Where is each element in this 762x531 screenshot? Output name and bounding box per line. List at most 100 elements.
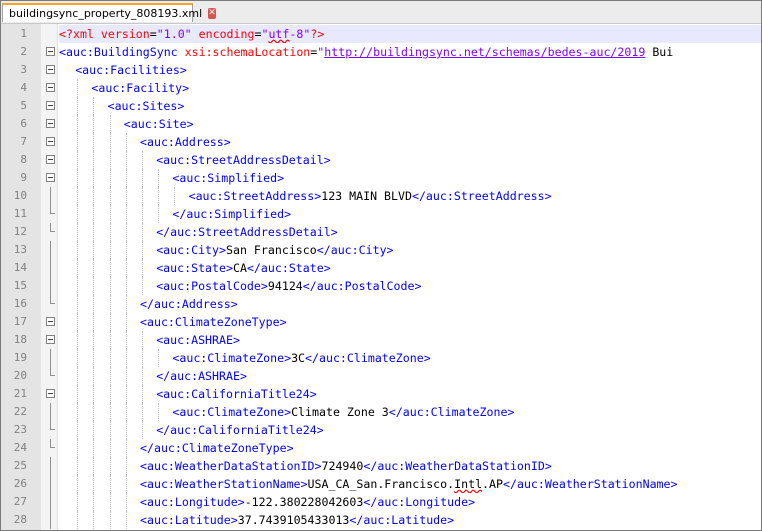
code-line[interactable]: 5 <auc:Sites> bbox=[1, 97, 761, 115]
fold-toggle-icon[interactable] bbox=[46, 155, 55, 164]
code-text: <auc:Facility> bbox=[59, 79, 761, 97]
indent-guide bbox=[77, 241, 79, 259]
code-line[interactable]: 16 </auc:Address> bbox=[1, 295, 761, 313]
code-line[interactable]: 4 <auc:Facility> bbox=[1, 79, 761, 97]
line-number: 15 bbox=[13, 279, 27, 292]
code-token: <auc:WeatherStationName> bbox=[140, 477, 308, 491]
line-number: 3 bbox=[20, 63, 27, 76]
indent-guide bbox=[109, 295, 112, 313]
code-text: <auc:Address> bbox=[59, 133, 761, 151]
indent-guide bbox=[77, 349, 79, 367]
code-line[interactable]: 21 <auc:CaliforniaTitle24> bbox=[1, 385, 761, 403]
indent-guide bbox=[125, 169, 128, 187]
fold-toggle-icon[interactable] bbox=[46, 335, 55, 344]
indent-guide bbox=[142, 331, 144, 349]
fold-toggle-icon[interactable] bbox=[46, 47, 55, 56]
code-token: encoding bbox=[191, 27, 255, 41]
code-line[interactable]: 12 </auc:StreetAddressDetail> bbox=[1, 223, 761, 241]
code-editor[interactable]: 1 <?xml version="1.0" encoding="utf-8"?> 2… bbox=[1, 24, 761, 530]
code-text: </auc:CaliforniaTitle24> bbox=[59, 421, 761, 439]
code-text: <auc:StreetAddress>123 MAIN BLVD</auc:St… bbox=[59, 187, 761, 205]
code-line[interactable]: 9 <auc:Simplified> bbox=[1, 169, 761, 187]
line-number: 18 bbox=[13, 333, 27, 346]
code-token: CA bbox=[232, 261, 247, 275]
file-tab[interactable]: buildingsync_property_808193.xml ✕ bbox=[2, 3, 216, 22]
code-line[interactable]: 3 <auc:Facilities> bbox=[1, 61, 761, 79]
line-number: 17 bbox=[13, 315, 27, 328]
fold-toggle-icon[interactable] bbox=[46, 137, 55, 146]
fold-toggle-icon[interactable] bbox=[46, 119, 55, 128]
code-line[interactable]: 23 </auc:CaliforniaTitle24> bbox=[1, 421, 761, 439]
line-number: 20 bbox=[13, 369, 27, 382]
code-line[interactable]: 26 <auc:WeatherStationName>USA_CA_San.Fra… bbox=[1, 475, 761, 493]
indent-guide bbox=[142, 349, 144, 367]
code-line[interactable]: 20 </auc:ASHRAE> bbox=[1, 367, 761, 385]
indent-guide bbox=[125, 493, 128, 511]
code-line[interactable]: 19 <auc:ClimateZone>3C</auc:ClimateZone> bbox=[1, 349, 761, 367]
code-line[interactable]: 17 <auc:ClimateZoneType> bbox=[1, 313, 761, 331]
indent-guide bbox=[125, 277, 128, 295]
indent-guide bbox=[93, 511, 95, 529]
code-line[interactable]: 27 <auc:Longitude>-122.380228042603</auc:… bbox=[1, 493, 761, 511]
code-line[interactable]: 13 <auc:City>San Francisco</auc:City> bbox=[1, 241, 761, 259]
code-token: http://buildingsync.net/schemas/bedes-au… bbox=[324, 45, 646, 59]
fold-toggle-icon[interactable] bbox=[46, 317, 55, 326]
tab-filename: buildingsync_property_808193.xml bbox=[9, 7, 203, 20]
code-line[interactable]: 1 <?xml version="1.0" encoding="utf-8"?> bbox=[1, 25, 761, 43]
code-line[interactable]: 22 <auc:ClimateZone>Climate Zone 3</auc:C… bbox=[1, 403, 761, 421]
fold-toggle-icon[interactable] bbox=[46, 101, 55, 110]
indent-guide bbox=[142, 421, 144, 439]
code-token: 37.7439105433013 bbox=[237, 513, 350, 527]
line-number: 16 bbox=[13, 297, 27, 310]
code-line[interactable]: 7 <auc:Address> bbox=[1, 133, 761, 151]
code-token: <auc:Sites> bbox=[107, 99, 185, 113]
code-line[interactable]: 2 <auc:BuildingSync xsi:schemaLocation="h… bbox=[1, 43, 761, 61]
indent-guide bbox=[77, 313, 79, 331]
code-line[interactable]: 6 <auc:Site> bbox=[1, 115, 761, 133]
code-text: <auc:BuildingSync xsi:schemaLocation="ht… bbox=[59, 43, 761, 61]
code-token: <auc:StreetAddressDetail> bbox=[156, 153, 331, 167]
code-token: <auc:State> bbox=[156, 261, 233, 275]
code-token: <auc:ASHRAE> bbox=[156, 333, 240, 347]
code-text: <auc:Simplified> bbox=[59, 169, 761, 187]
indent-guide bbox=[125, 187, 128, 205]
code-line[interactable]: 10 <auc:StreetAddress>123 MAIN BLVD</auc:… bbox=[1, 187, 761, 205]
code-text: </auc:ASHRAE> bbox=[59, 367, 761, 385]
indent-guide bbox=[93, 421, 95, 439]
fold-toggle-icon[interactable] bbox=[46, 173, 55, 182]
code-line[interactable]: 11 </auc:Simplified> bbox=[1, 205, 761, 223]
code-token: Bui bbox=[645, 45, 674, 59]
code-text: <?xml version="1.0" encoding="utf-8"?> bbox=[59, 25, 761, 43]
indent-guide bbox=[93, 349, 95, 367]
fold-toggle-icon[interactable] bbox=[46, 389, 55, 398]
indent-guide bbox=[109, 241, 112, 259]
indent-guide bbox=[125, 241, 128, 259]
code-token: </auc:StreetAddress> bbox=[411, 189, 552, 203]
code-line[interactable]: 25 <auc:WeatherDataStationID>724940</auc:… bbox=[1, 457, 761, 475]
fold-toggle-icon[interactable] bbox=[46, 83, 55, 92]
code-line[interactable]: 18 <auc:ASHRAE> bbox=[1, 331, 761, 349]
indent-guide bbox=[109, 169, 112, 187]
indent-guide bbox=[142, 241, 144, 259]
code-text: </auc:StreetAddressDetail> bbox=[59, 223, 761, 241]
code-token: <auc:ClimateZone> bbox=[172, 351, 292, 365]
indent-guide bbox=[77, 475, 79, 493]
code-line[interactable]: 24 </auc:ClimateZoneType> bbox=[1, 439, 761, 457]
indent-guide bbox=[77, 385, 79, 403]
close-icon[interactable]: ✕ bbox=[208, 8, 216, 19]
code-line[interactable]: 14 <auc:State>CA</auc:State> bbox=[1, 259, 761, 277]
code-line[interactable]: 8 <auc:StreetAddressDetail> bbox=[1, 151, 761, 169]
code-token: </auc:StreetAddressDetail> bbox=[156, 225, 338, 239]
code-line[interactable]: 28 <auc:Latitude>37.7439105433013</auc:La… bbox=[1, 511, 761, 529]
indent-guide bbox=[93, 313, 95, 331]
code-line[interactable]: 15 <auc:PostalCode>94124</auc:PostalCode> bbox=[1, 277, 761, 295]
fold-guide bbox=[50, 493, 51, 511]
indent-guide bbox=[93, 169, 95, 187]
indent-guide bbox=[77, 403, 79, 421]
fold-toggle-icon[interactable] bbox=[46, 65, 55, 74]
indent-guide bbox=[93, 295, 95, 313]
indent-guide bbox=[125, 367, 128, 385]
indent-guide bbox=[109, 511, 112, 529]
code-token: <auc:Longitude> bbox=[140, 495, 245, 509]
indent-guide bbox=[125, 475, 128, 493]
